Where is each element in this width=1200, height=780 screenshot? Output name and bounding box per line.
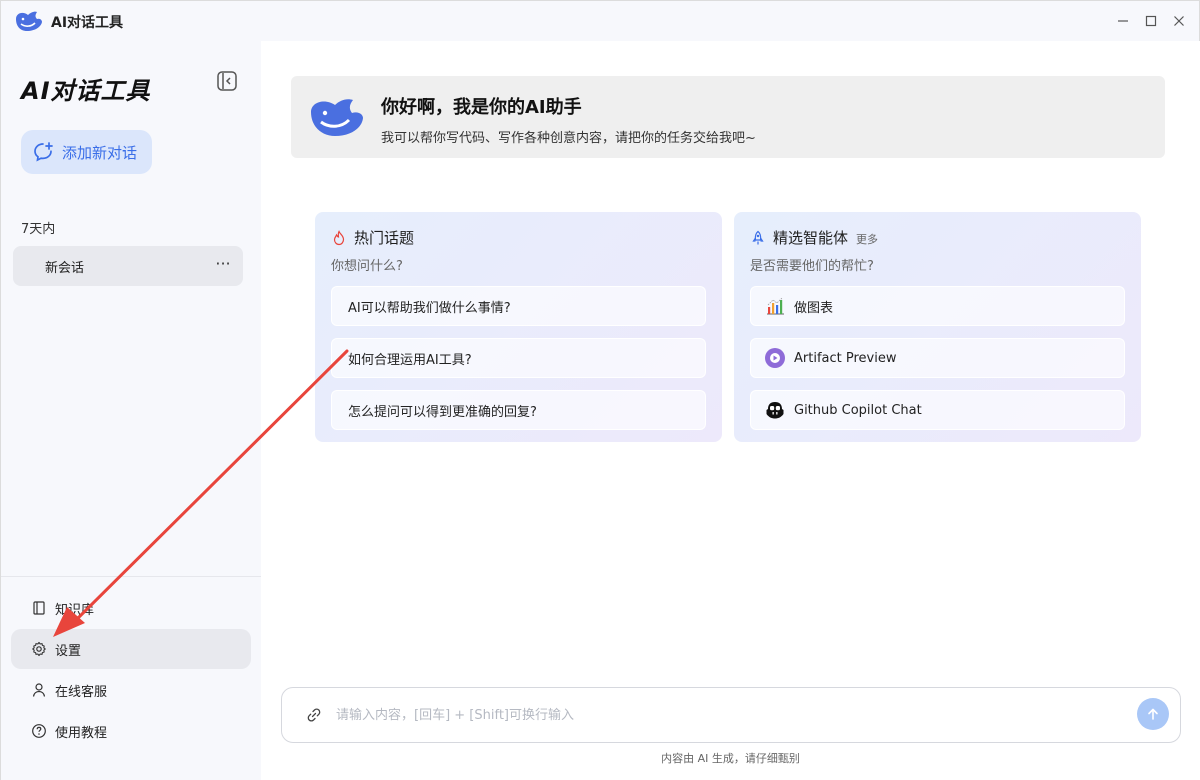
flame-icon	[333, 229, 345, 245]
topic-item[interactable]: AI可以帮助我们做什么事情?	[331, 286, 706, 326]
topic-label: 怎么提问可以得到更准确的回复?	[348, 404, 537, 420]
ai-disclaimer: 内容由 AI 生成，请仔细甄别	[661, 752, 800, 765]
divider	[1, 576, 261, 577]
sidebar: AI对话工具 添加新对话 7天内 新会话 ··· 知识库 设置 在线客服 使用教…	[1, 41, 261, 780]
card-title: 精选智能体	[773, 229, 849, 247]
sidebar-item-label: 在线客服	[55, 684, 108, 700]
whale-logo-icon	[311, 99, 363, 136]
card-subtitle: 是否需要他们的帮忙?	[750, 259, 874, 274]
agent-item-chart[interactable]: 做图表	[750, 286, 1125, 326]
more-link[interactable]: 更多	[856, 231, 878, 247]
book-icon	[33, 601, 45, 615]
app-window: AI对话工具 AI对话工具 添加新对话 7天内 新会话 ··· 知识库 设置 在…	[0, 0, 1200, 780]
collapse-sidebar-icon	[217, 71, 237, 91]
user-icon	[32, 683, 46, 697]
section-label-7days: 7天内	[21, 222, 56, 237]
link-icon[interactable]	[306, 707, 322, 723]
main-content: 你好啊，我是你的AI助手 我可以帮你写代码、写作各种创意内容，请把你的任务交给我…	[261, 41, 1200, 780]
conversation-label: 新会话	[45, 260, 85, 276]
gear-icon	[32, 641, 46, 657]
help-circle-icon	[32, 724, 46, 738]
brand-title: AI对话工具	[21, 77, 151, 105]
agent-label: Artifact Preview	[794, 350, 897, 366]
agent-label: 做图表	[794, 300, 834, 316]
whale-logo-icon	[16, 11, 42, 31]
topic-label: AI可以帮助我们做什么事情?	[348, 300, 511, 316]
featured-agents-card: 精选智能体 更多 是否需要他们的帮忙? 做图表 Artifact Preview…	[734, 212, 1141, 442]
close-icon[interactable]	[1167, 9, 1191, 33]
agent-item-artifact-preview[interactable]: Artifact Preview	[750, 338, 1125, 378]
sidebar-item-knowledge-base[interactable]: 知识库	[11, 588, 251, 628]
add-new-chat-label: 添加新对话	[62, 143, 138, 162]
topic-item[interactable]: 如何合理运用AI工具?	[331, 338, 706, 378]
hot-topics-card: 热门话题 你想问什么? AI可以帮助我们做什么事情? 如何合理运用AI工具? 怎…	[315, 212, 722, 442]
chat-input-box	[281, 687, 1181, 743]
conversation-item[interactable]: 新会话 ···	[13, 246, 243, 286]
chat-plus-icon	[34, 142, 53, 162]
copilot-icon	[766, 402, 784, 419]
chart-icon	[767, 297, 784, 315]
artifact-icon	[765, 348, 785, 368]
sidebar-item-label: 使用教程	[55, 725, 108, 741]
agent-label: Github Copilot Chat	[794, 402, 922, 418]
arrow-up-icon	[1148, 708, 1158, 720]
sidebar-item-settings[interactable]: 设置	[11, 629, 251, 669]
topic-item[interactable]: 怎么提问可以得到更准确的回复?	[331, 390, 706, 430]
more-options-icon[interactable]: ···	[213, 255, 233, 275]
card-header: 精选智能体 更多	[750, 227, 878, 248]
topic-label: 如何合理运用AI工具?	[348, 352, 472, 368]
chat-input[interactable]	[336, 700, 1116, 730]
window-title: AI对话工具	[51, 15, 124, 31]
add-new-chat-button[interactable]: 添加新对话	[21, 130, 152, 174]
sidebar-item-label: 知识库	[55, 602, 95, 618]
card-subtitle: 你想问什么?	[331, 259, 403, 274]
sidebar-item-online-support[interactable]: 在线客服	[11, 670, 251, 710]
welcome-subtitle: 我可以帮你写代码、写作各种创意内容，请把你的任务交给我吧~	[381, 131, 756, 146]
card-title: 热门话题	[354, 229, 415, 247]
card-header: 热门话题	[331, 227, 414, 248]
welcome-banner: 你好啊，我是你的AI助手 我可以帮你写代码、写作各种创意内容，请把你的任务交给我…	[291, 76, 1165, 158]
welcome-title: 你好啊，我是你的AI助手	[381, 97, 582, 118]
title-bar: AI对话工具	[1, 1, 1199, 41]
maximize-icon[interactable]	[1139, 9, 1163, 33]
sidebar-item-tutorial[interactable]: 使用教程	[11, 711, 251, 751]
agent-item-github-copilot[interactable]: Github Copilot Chat	[750, 390, 1125, 430]
send-button[interactable]	[1137, 698, 1169, 730]
minimize-icon[interactable]	[1111, 9, 1135, 33]
rocket-icon	[752, 230, 764, 244]
collapse-sidebar-button[interactable]	[215, 69, 239, 93]
sidebar-item-label: 设置	[55, 643, 82, 659]
